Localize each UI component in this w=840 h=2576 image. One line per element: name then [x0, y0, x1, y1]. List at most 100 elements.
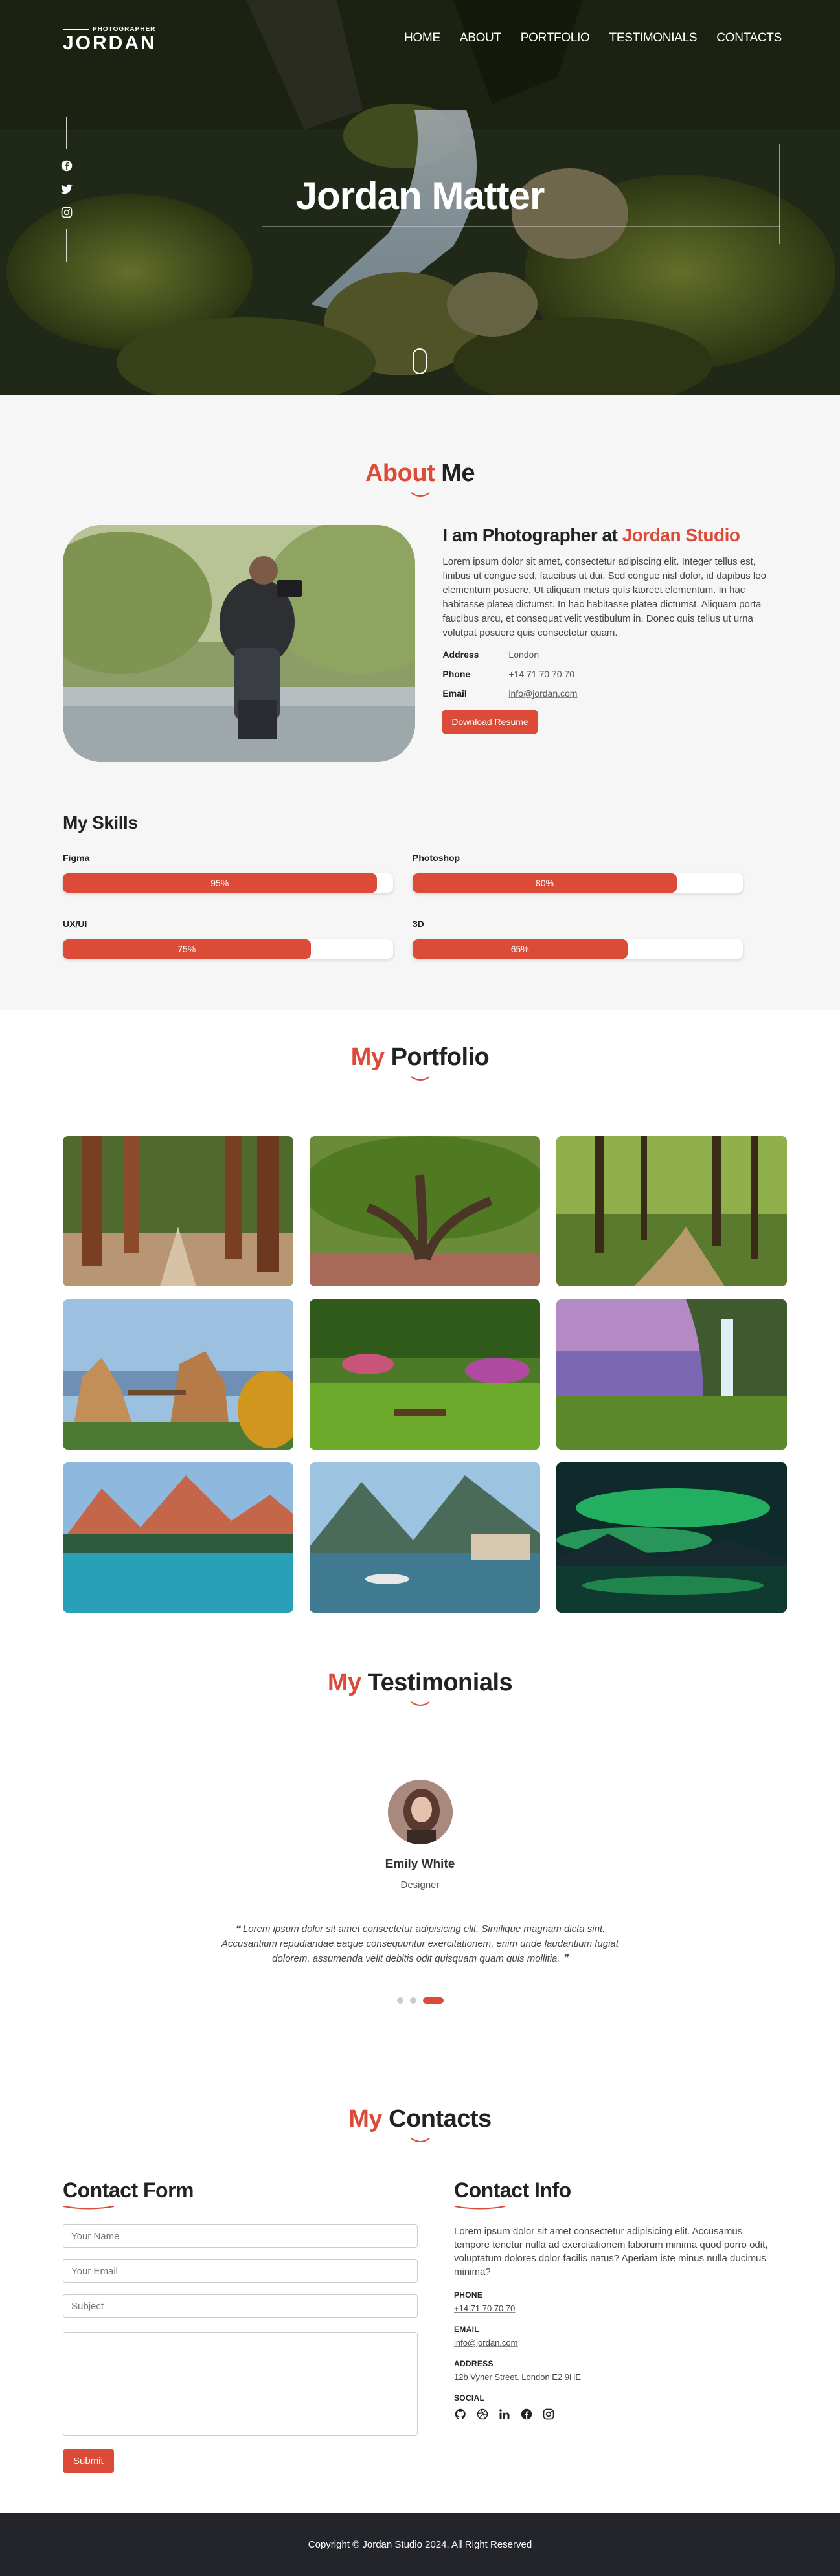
- skill-fill: 80%: [413, 873, 677, 893]
- skill-name: Figma: [63, 853, 90, 863]
- portfolio-item-redwood-path[interactable]: [63, 1136, 293, 1286]
- address-row: Address London: [442, 649, 777, 660]
- nav-about[interactable]: ABOUT: [460, 31, 501, 45]
- underline-icon: [410, 2138, 430, 2142]
- phone-label: PHONE: [454, 2290, 483, 2300]
- underline-icon: [63, 2206, 115, 2210]
- instagram-icon[interactable]: [542, 2408, 555, 2421]
- contacts-title: My Contacts: [0, 2105, 840, 2145]
- carousel-dot[interactable]: [396, 1997, 403, 2004]
- scroll-down-icon[interactable]: [413, 348, 427, 374]
- portfolio-title: My Portfolio: [0, 1044, 840, 1083]
- quote-close-icon: ❞: [560, 1953, 568, 1964]
- title-rest: Contacts: [382, 2105, 492, 2133]
- heading-prefix: I am Photographer at: [442, 525, 622, 545]
- logo-title: JORDAN: [63, 32, 157, 54]
- contact-info: Contact Info Lorem ipsum dolor sit amet …: [454, 2178, 777, 2473]
- about-heading: I am Photographer at Jordan Studio: [442, 525, 777, 546]
- divider: [66, 117, 67, 149]
- avatar: [387, 1780, 453, 1844]
- hero-section: PHOTOGRAPHER JORDAN HOME ABOUT PORTFOLIO…: [0, 0, 840, 395]
- subject-input[interactable]: [63, 2294, 418, 2318]
- contact-form-title: Contact Form: [63, 2178, 194, 2202]
- site-logo[interactable]: PHOTOGRAPHER JORDAN: [63, 26, 157, 54]
- message-textarea[interactable]: [63, 2332, 418, 2436]
- testimonials-title: My Testimonials: [0, 1669, 840, 1708]
- contact-form: Contact Form Submit: [63, 2178, 418, 2473]
- nav-portfolio[interactable]: PORTFOLIO: [521, 31, 590, 45]
- linkedin-icon[interactable]: [498, 2408, 511, 2421]
- skill-fill: 75%: [63, 939, 311, 959]
- email-label: EMAIL: [454, 2325, 479, 2334]
- download-resume-button[interactable]: Download Resume: [442, 710, 538, 734]
- facebook-icon[interactable]: [520, 2408, 533, 2421]
- carousel-dots: [0, 1997, 840, 2004]
- phone-link[interactable]: +14 71 70 70 70: [454, 2303, 777, 2313]
- about-title: About Me: [0, 460, 840, 499]
- skill-bar: 80%: [413, 873, 743, 893]
- nav-testimonials[interactable]: TESTIMONIALS: [609, 31, 698, 45]
- underline-icon: [410, 1701, 430, 1706]
- email-label: Email: [442, 688, 467, 699]
- skill-item: Figma 95%: [63, 853, 393, 893]
- social-label: SOCIAL: [454, 2393, 485, 2402]
- carousel-dot[interactable]: [409, 1997, 416, 2004]
- dribbble-icon[interactable]: [476, 2408, 489, 2421]
- email-link[interactable]: info@jordan.com: [454, 2338, 777, 2347]
- portfolio-item-oak-tree[interactable]: [310, 1136, 540, 1286]
- portfolio-item-rock-bridge[interactable]: [63, 1299, 293, 1450]
- main-nav: HOME ABOUT PORTFOLIO TESTIMONIALS CONTAC…: [404, 31, 782, 45]
- skill-fill: 95%: [63, 873, 377, 893]
- title-rest: Me: [435, 460, 475, 487]
- hero-title: Jordan Matter: [295, 174, 545, 218]
- testimonial-quote: ❝ Lorem ipsum dolor sit amet consectetur…: [207, 1921, 634, 1966]
- about-section: About Me I am Photographer at Jordan Stu…: [0, 395, 840, 1010]
- title-rest: Portfolio: [384, 1044, 490, 1071]
- address-label: Address: [442, 649, 479, 660]
- quote-text: Lorem ipsum dolor sit amet consectetur a…: [221, 1923, 619, 1964]
- skills-block: My Skills Figma 95% Photoshop 80% UX/UI …: [63, 812, 777, 959]
- heading-accent: Jordan Studio: [622, 525, 740, 545]
- email-input[interactable]: [63, 2259, 418, 2283]
- phone-link[interactable]: +14 71 70 70 70: [508, 669, 574, 679]
- skill-bar: 75%: [63, 939, 393, 959]
- portfolio-item-mountain-lake[interactable]: [63, 1462, 293, 1613]
- title-rest: Testimonials: [361, 1669, 513, 1696]
- nav-contacts[interactable]: CONTACTS: [716, 31, 782, 45]
- portfolio-item-aurora[interactable]: [556, 1462, 787, 1613]
- skill-item: UX/UI 75%: [63, 919, 393, 959]
- portfolio-item-lakeside-village[interactable]: [310, 1462, 540, 1613]
- profile-photo: [63, 525, 416, 762]
- nav-home[interactable]: HOME: [404, 31, 440, 45]
- social-links: [454, 2408, 777, 2421]
- site-footer: Copyright © Jordan Studio 2024. All Righ…: [0, 2513, 840, 2576]
- skill-item: 3D 65%: [413, 919, 743, 959]
- skill-fill: 65%: [413, 939, 628, 959]
- portfolio-item-waterfall-sunset[interactable]: [556, 1299, 787, 1450]
- phone-label: Phone: [442, 669, 471, 679]
- skill-item: Photoshop 80%: [413, 853, 743, 893]
- email-link[interactable]: info@jordan.com: [508, 688, 577, 699]
- skill-name: Photoshop: [413, 853, 460, 863]
- skills-title: My Skills: [63, 812, 138, 833]
- contact-info-title: Contact Info: [454, 2178, 571, 2202]
- name-input[interactable]: [63, 2224, 418, 2248]
- underline-icon: [410, 492, 430, 497]
- facebook-icon[interactable]: [60, 159, 73, 172]
- title-accent: My: [348, 2105, 383, 2133]
- email-row: Email info@jordan.com: [442, 688, 777, 699]
- about-bio: Lorem ipsum dolor sit amet, consectetur …: [442, 556, 766, 638]
- address-value: 12b Vyner Street. London E2 9HE: [454, 2372, 582, 2382]
- skill-bar: 65%: [413, 939, 743, 959]
- portfolio-item-garden-bridge[interactable]: [310, 1299, 540, 1450]
- testimonial-role: Designer: [400, 1879, 440, 1890]
- portfolio-item-forest-trail[interactable]: [556, 1136, 787, 1286]
- skill-name: 3D: [413, 919, 424, 929]
- contact-info-text: Lorem ipsum dolor sit amet consectetur a…: [454, 2226, 768, 2278]
- submit-button[interactable]: Submit: [63, 2449, 114, 2473]
- portfolio-grid: [63, 1136, 787, 1613]
- quote-open-icon: ❝: [234, 1923, 243, 1934]
- carousel-dot-active[interactable]: [422, 1997, 444, 2004]
- github-icon[interactable]: [454, 2408, 467, 2421]
- phone-row: Phone +14 71 70 70 70: [442, 669, 777, 679]
